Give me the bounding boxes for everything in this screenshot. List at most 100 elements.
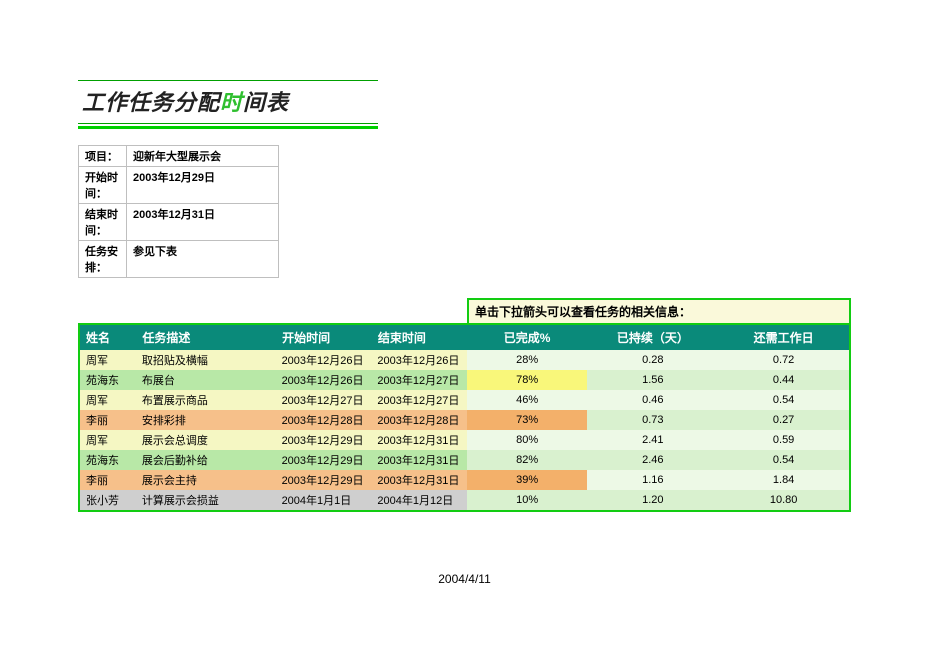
cell-end: 2004年1月12日: [371, 490, 467, 510]
info-start-value: 2003年12月29日: [127, 167, 279, 204]
cell-end: 2003年12月31日: [371, 470, 467, 490]
cell-end: 2003年12月31日: [371, 430, 467, 450]
footer-date: 2004/4/11: [78, 572, 851, 586]
table-row: 张小芳计算展示会损益2004年1月1日2004年1月12日10%1.2010.8…: [80, 490, 849, 510]
cell-start: 2003年12月26日: [276, 350, 372, 370]
title-block: 工作任务分配时间表: [78, 80, 378, 129]
info-plan-label: 任务安排：: [79, 241, 127, 278]
title-post: 间表: [243, 90, 289, 115]
task-body: 周军取招贴及横幅2003年12月26日2003年12月26日28%0.280.7…: [80, 350, 849, 510]
cell-dur: 0.28: [587, 350, 719, 370]
cell-dur: 2.41: [587, 430, 719, 450]
cell-end: 2003年12月27日: [371, 370, 467, 390]
cell-name: 周军: [80, 390, 136, 410]
info-end-label: 结束时间：: [79, 204, 127, 241]
cell-name: 苑海东: [80, 370, 136, 390]
cell-pct: 82%: [467, 450, 587, 470]
cell-end: 2003年12月28日: [371, 410, 467, 430]
cell-end: 2003年12月31日: [371, 450, 467, 470]
cell-name: 李丽: [80, 470, 136, 490]
info-plan-value: 参见下表: [127, 241, 279, 278]
page: 工作任务分配时间表 项目： 迎新年大型展示会 开始时间： 2003年12月29日…: [0, 0, 945, 669]
cell-dur: 2.46: [587, 450, 719, 470]
cell-pct: 39%: [467, 470, 587, 490]
table-row: 苑海东布展台2003年12月26日2003年12月27日78%1.560.44: [80, 370, 849, 390]
info-project-value: 迎新年大型展示会: [127, 146, 279, 167]
hdr-dur[interactable]: 已持续（天）: [587, 325, 719, 350]
title-accent: 时: [220, 90, 243, 115]
cell-desc: 布展台: [136, 370, 276, 390]
hdr-rem[interactable]: 还需工作日: [719, 325, 849, 350]
cell-pct: 10%: [467, 490, 587, 510]
cell-dur: 1.56: [587, 370, 719, 390]
cell-desc: 安排彩排: [136, 410, 276, 430]
cell-name: 周军: [80, 350, 136, 370]
cell-dur: 1.20: [587, 490, 719, 510]
hdr-start[interactable]: 开始时间: [276, 325, 372, 350]
cell-start: 2004年1月1日: [276, 490, 372, 510]
cell-name: 周军: [80, 430, 136, 450]
filter-hint: 单击下拉箭头可以查看任务的相关信息：: [467, 298, 851, 323]
cell-rem: 1.84: [719, 470, 849, 490]
cell-end: 2003年12月26日: [371, 350, 467, 370]
hdr-pct[interactable]: 已完成%: [467, 325, 587, 350]
table-row: 周军展示会总调度2003年12月29日2003年12月31日80%2.410.5…: [80, 430, 849, 450]
cell-desc: 展示会主持: [136, 470, 276, 490]
cell-rem: 0.72: [719, 350, 849, 370]
cell-dur: 1.16: [587, 470, 719, 490]
table-row: 李丽安排彩排2003年12月28日2003年12月28日73%0.730.27: [80, 410, 849, 430]
table-row: 周军布置展示商品2003年12月27日2003年12月27日46%0.460.5…: [80, 390, 849, 410]
cell-start: 2003年12月29日: [276, 450, 372, 470]
info-row-plan: 任务安排： 参见下表: [79, 241, 279, 278]
cell-pct: 28%: [467, 350, 587, 370]
cell-pct: 73%: [467, 410, 587, 430]
title-rule-top: [78, 80, 378, 81]
cell-name: 张小芳: [80, 490, 136, 510]
cell-end: 2003年12月27日: [371, 390, 467, 410]
cell-pct: 80%: [467, 430, 587, 450]
info-row-start: 开始时间： 2003年12月29日: [79, 167, 279, 204]
cell-desc: 展会后勤补给: [136, 450, 276, 470]
hdr-desc[interactable]: 任务描述: [136, 325, 276, 350]
task-table-wrap: 姓名 任务描述 开始时间 结束时间 已完成% 已持续（天） 还需工作日 周军取招…: [78, 323, 851, 512]
hdr-end[interactable]: 结束时间: [371, 325, 467, 350]
cell-dur: 0.46: [587, 390, 719, 410]
cell-pct: 46%: [467, 390, 587, 410]
cell-desc: 取招贴及横幅: [136, 350, 276, 370]
cell-rem: 10.80: [719, 490, 849, 510]
cell-rem: 0.44: [719, 370, 849, 390]
title-rule-thin: [78, 123, 378, 124]
cell-desc: 展示会总调度: [136, 430, 276, 450]
cell-dur: 0.73: [587, 410, 719, 430]
cell-desc: 布置展示商品: [136, 390, 276, 410]
task-table: 姓名 任务描述 开始时间 结束时间 已完成% 已持续（天） 还需工作日 周军取招…: [80, 325, 849, 510]
cell-start: 2003年12月28日: [276, 410, 372, 430]
cell-rem: 0.54: [719, 390, 849, 410]
cell-start: 2003年12月26日: [276, 370, 372, 390]
cell-start: 2003年12月29日: [276, 430, 372, 450]
cell-start: 2003年12月29日: [276, 470, 372, 490]
info-end-value: 2003年12月31日: [127, 204, 279, 241]
table-row: 苑海东展会后勤补给2003年12月29日2003年12月31日82%2.460.…: [80, 450, 849, 470]
cell-name: 李丽: [80, 410, 136, 430]
project-info-table: 项目： 迎新年大型展示会 开始时间： 2003年12月29日 结束时间： 200…: [78, 145, 279, 278]
cell-rem: 0.54: [719, 450, 849, 470]
cell-rem: 0.59: [719, 430, 849, 450]
info-row-project: 项目： 迎新年大型展示会: [79, 146, 279, 167]
info-project-label: 项目：: [79, 146, 127, 167]
cell-name: 苑海东: [80, 450, 136, 470]
title-rule-thick: [78, 126, 378, 129]
table-row: 李丽展示会主持2003年12月29日2003年12月31日39%1.161.84: [80, 470, 849, 490]
cell-desc: 计算展示会损益: [136, 490, 276, 510]
hint-wrap: 单击下拉箭头可以查看任务的相关信息：: [78, 298, 851, 323]
hdr-name[interactable]: 姓名: [80, 325, 136, 350]
task-header-row: 姓名 任务描述 开始时间 结束时间 已完成% 已持续（天） 还需工作日: [80, 325, 849, 350]
cell-rem: 0.27: [719, 410, 849, 430]
cell-pct: 78%: [467, 370, 587, 390]
info-row-end: 结束时间： 2003年12月31日: [79, 204, 279, 241]
cell-start: 2003年12月27日: [276, 390, 372, 410]
table-row: 周军取招贴及横幅2003年12月26日2003年12月26日28%0.280.7…: [80, 350, 849, 370]
title-pre: 工作任务分配: [82, 90, 220, 115]
page-title: 工作任务分配时间表: [78, 83, 378, 123]
info-start-label: 开始时间：: [79, 167, 127, 204]
